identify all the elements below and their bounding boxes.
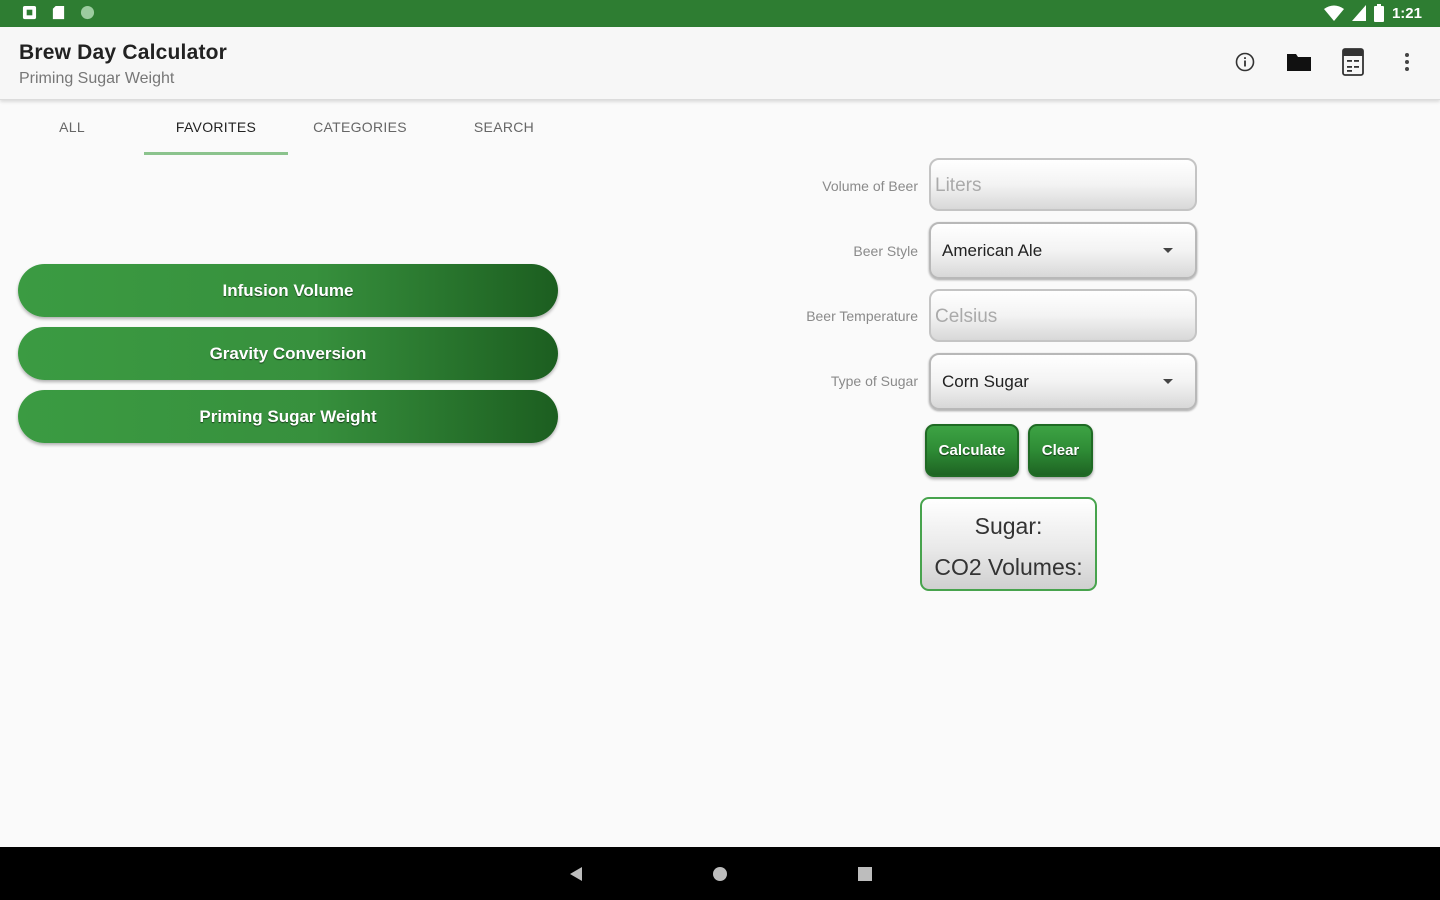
beer-style-select[interactable]: American Ale — [929, 222, 1197, 279]
tab-all[interactable]: ALL — [0, 102, 144, 155]
temperature-field-container — [929, 289, 1197, 342]
temperature-input[interactable] — [933, 291, 1187, 342]
app-bar: Brew Day Calculator Priming Sugar Weight — [0, 27, 1440, 100]
navigation-bar — [0, 847, 1440, 900]
back-icon[interactable] — [568, 866, 584, 882]
more-vert-icon — [1405, 53, 1409, 71]
signal-icon — [1351, 5, 1366, 21]
calculator-button[interactable] — [1340, 48, 1366, 76]
favorite-infusion-volume-button[interactable]: Infusion Volume — [18, 264, 558, 317]
app-subtitle: Priming Sugar Weight — [19, 70, 175, 87]
status-time: 1:21 — [1391, 4, 1422, 22]
dropdown-arrow-icon — [1163, 379, 1173, 384]
battery-icon — [1373, 4, 1384, 22]
recents-icon[interactable] — [857, 866, 873, 882]
app-notification-icon — [22, 5, 37, 20]
beer-style-label: Beer Style — [853, 243, 918, 259]
volume-label: Volume of Beer — [822, 178, 918, 194]
clear-button[interactable]: Clear — [1028, 424, 1093, 477]
dropdown-arrow-icon — [1163, 248, 1173, 253]
volume-field-container — [929, 158, 1197, 211]
more-options-button[interactable] — [1394, 49, 1420, 75]
app-title: Brew Day Calculator — [19, 41, 228, 64]
info-button[interactable] — [1232, 49, 1258, 75]
circle-icon — [80, 5, 95, 20]
result-co2-volumes: CO2 Volumes: — [934, 554, 1083, 580]
temperature-label: Beer Temperature — [806, 308, 918, 324]
home-icon[interactable] — [712, 866, 728, 882]
beer-style-value: American Ale — [942, 241, 1043, 260]
tab-bar: ALL FAVORITES CATEGORIES SEARCH — [0, 102, 576, 155]
result-panel: Sugar: CO2 Volumes: — [920, 497, 1097, 591]
folder-icon — [1287, 54, 1311, 71]
tab-search[interactable]: SEARCH — [432, 102, 576, 155]
result-sugar: Sugar: — [974, 513, 1043, 539]
volume-input[interactable] — [933, 160, 1187, 211]
favorite-priming-sugar-weight-button[interactable]: Priming Sugar Weight — [18, 390, 558, 443]
sugar-type-select[interactable]: Corn Sugar — [929, 353, 1197, 410]
folder-button[interactable] — [1286, 49, 1312, 75]
sd-card-icon — [52, 5, 65, 20]
sugar-type-label: Type of Sugar — [830, 373, 918, 389]
status-bar: 1:21 — [0, 0, 1440, 27]
tab-categories[interactable]: CATEGORIES — [288, 102, 432, 155]
favorite-gravity-conversion-button[interactable]: Gravity Conversion — [18, 327, 558, 380]
calculator-icon — [1342, 48, 1364, 76]
calculate-button[interactable]: Calculate — [925, 424, 1019, 477]
sugar-type-value: Corn Sugar — [942, 372, 1029, 391]
wifi-icon — [1323, 5, 1344, 21]
info-icon — [1235, 52, 1255, 72]
tab-favorites[interactable]: FAVORITES — [144, 102, 288, 155]
